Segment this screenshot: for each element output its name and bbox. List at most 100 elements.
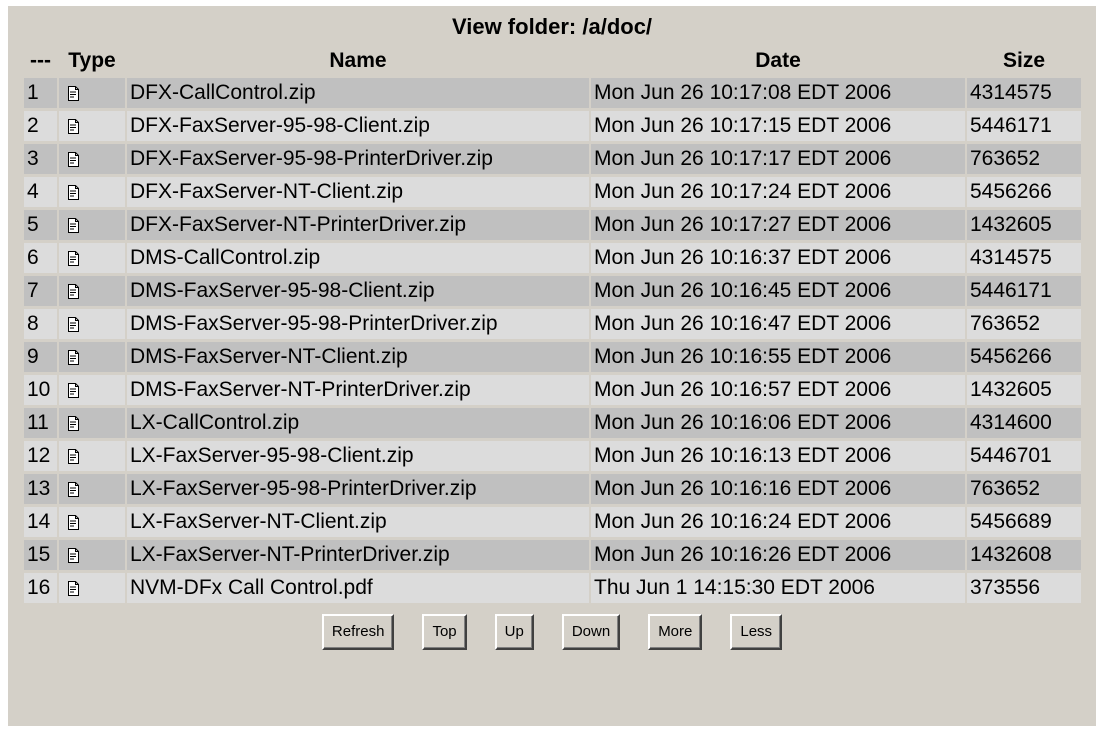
file-icon[interactable] [68, 217, 79, 233]
row-type [59, 408, 125, 438]
file-name-link[interactable]: DMS-CallControl.zip [127, 243, 589, 273]
file-name-link[interactable]: DFX-FaxServer-NT-Client.zip [127, 177, 589, 207]
file-size: 4314600 [967, 408, 1081, 438]
file-icon[interactable] [68, 151, 79, 167]
file-size: 5456689 [967, 507, 1081, 537]
file-name-link[interactable]: DFX-CallControl.zip [127, 78, 589, 108]
file-icon[interactable] [68, 85, 79, 101]
row-type [59, 441, 125, 471]
file-table: --- Type Name Date Size 1 DFX-CallControl… [22, 44, 1083, 606]
refresh-button[interactable]: Refresh [321, 614, 395, 650]
file-name-link[interactable]: LX-FaxServer-NT-Client.zip [127, 507, 589, 537]
file-name-link[interactable]: LX-FaxServer-NT-PrinterDriver.zip [127, 540, 589, 570]
more-button[interactable]: More [648, 614, 703, 650]
column-header-name: Name [329, 49, 387, 72]
file-size: 1432608 [967, 540, 1081, 570]
file-icon[interactable] [68, 316, 79, 332]
table-row: 6 DMS-CallControl.zip Mon Jun 26 10:16:37 … [24, 243, 1081, 273]
file-date: Mon Jun 26 10:16:57 EDT 2006 [591, 375, 965, 405]
file-date: Mon Jun 26 10:16:37 EDT 2006 [591, 243, 965, 273]
file-date: Mon Jun 26 10:17:24 EDT 2006 [591, 177, 965, 207]
top-button[interactable]: Top [422, 614, 467, 650]
file-date: Mon Jun 26 10:17:17 EDT 2006 [591, 144, 965, 174]
table-row: 12 LX-FaxServer-95-98-Client.zip Mon Jun 2… [24, 441, 1081, 471]
row-number: 4 [24, 177, 57, 207]
file-date: Mon Jun 26 10:16:24 EDT 2006 [591, 507, 965, 537]
file-size: 763652 [967, 474, 1081, 504]
file-icon[interactable] [68, 547, 79, 563]
file-icon[interactable] [68, 580, 79, 596]
file-icon[interactable] [68, 514, 79, 530]
down-button[interactable]: Down [561, 614, 621, 650]
file-icon[interactable] [68, 448, 79, 464]
file-date: Mon Jun 26 10:17:08 EDT 2006 [591, 78, 965, 108]
row-number: 14 [24, 507, 57, 537]
table-row: 4 DFX-FaxServer-NT-Client.zip Mon Jun 26 1… [24, 177, 1081, 207]
row-type [59, 243, 125, 273]
row-number: 16 [24, 573, 57, 603]
row-type [59, 78, 125, 108]
file-icon[interactable] [68, 349, 79, 365]
file-name-link[interactable]: LX-CallControl.zip [127, 408, 589, 438]
row-number: 15 [24, 540, 57, 570]
row-type [59, 309, 125, 339]
row-type [59, 210, 125, 240]
file-date: Thu Jun 1 14:15:30 EDT 2006 [591, 573, 965, 603]
file-icon[interactable] [68, 250, 79, 266]
row-number: 12 [24, 441, 57, 471]
row-number: 13 [24, 474, 57, 504]
row-type [59, 375, 125, 405]
row-number: 10 [24, 375, 57, 405]
table-row: 13 LX-FaxServer-95-98-PrinterDriver.zip Mo… [24, 474, 1081, 504]
file-size: 5446701 [967, 441, 1081, 471]
file-rows: 1 DFX-CallControl.zip Mon Jun 26 10:17:08 … [24, 78, 1081, 603]
column-header-type: Type [68, 49, 116, 72]
row-number: 11 [24, 408, 57, 438]
row-number: 6 [24, 243, 57, 273]
file-name-link[interactable]: DFX-FaxServer-95-98-Client.zip [127, 111, 589, 141]
row-type [59, 474, 125, 504]
table-row: 7 DMS-FaxServer-95-98-Client.zip Mon Jun 2… [24, 276, 1081, 306]
up-button[interactable]: Up [494, 614, 534, 650]
file-name-link[interactable]: DFX-FaxServer-NT-PrinterDriver.zip [127, 210, 589, 240]
table-row: 2 DFX-FaxServer-95-98-Client.zip Mon Jun 2… [24, 111, 1081, 141]
row-number: 1 [24, 78, 57, 108]
file-date: Mon Jun 26 10:16:55 EDT 2006 [591, 342, 965, 372]
table-header-row: --- Type Name Date Size [24, 47, 1081, 75]
file-name-link[interactable]: LX-FaxServer-95-98-Client.zip [127, 441, 589, 471]
file-size: 5456266 [967, 177, 1081, 207]
table-row: 3 DFX-FaxServer-95-98-PrinterDriver.zip Mo… [24, 144, 1081, 174]
table-row: 8 DMS-FaxServer-95-98-PrinterDriver.zip Mo… [24, 309, 1081, 339]
file-size: 763652 [967, 144, 1081, 174]
file-name-link[interactable]: DMS-FaxServer-NT-PrinterDriver.zip [127, 375, 589, 405]
navigation-buttons: Refresh Top Up Down More Less [8, 614, 1096, 650]
file-name-link[interactable]: NVM-DFx Call Control.pdf [127, 573, 589, 603]
file-name-link[interactable]: DMS-FaxServer-95-98-PrinterDriver.zip [127, 309, 589, 339]
row-type [59, 540, 125, 570]
file-icon[interactable] [68, 415, 79, 431]
file-date: Mon Jun 26 10:17:15 EDT 2006 [591, 111, 965, 141]
table-row: 14 LX-FaxServer-NT-Client.zip Mon Jun 26 1… [24, 507, 1081, 537]
row-number: 7 [24, 276, 57, 306]
row-type [59, 507, 125, 537]
file-icon[interactable] [68, 283, 79, 299]
file-icon[interactable] [68, 382, 79, 398]
page-title: View folder: /a/doc/ [451, 14, 653, 39]
file-size: 1432605 [967, 210, 1081, 240]
folder-view-panel: View folder: /a/doc/ --- Type Name Date … [8, 6, 1096, 726]
less-button[interactable]: Less [730, 614, 783, 650]
file-icon[interactable] [68, 118, 79, 134]
row-type [59, 342, 125, 372]
file-date: Mon Jun 26 10:16:26 EDT 2006 [591, 540, 965, 570]
file-icon[interactable] [68, 184, 79, 200]
row-number: 2 [24, 111, 57, 141]
file-name-link[interactable]: DMS-FaxServer-95-98-Client.zip [127, 276, 589, 306]
file-icon[interactable] [68, 481, 79, 497]
file-name-link[interactable]: DMS-FaxServer-NT-Client.zip [127, 342, 589, 372]
file-name-link[interactable]: LX-FaxServer-95-98-PrinterDriver.zip [127, 474, 589, 504]
file-date: Mon Jun 26 10:16:45 EDT 2006 [591, 276, 965, 306]
file-size: 5446171 [967, 111, 1081, 141]
file-name-link[interactable]: DFX-FaxServer-95-98-PrinterDriver.zip [127, 144, 589, 174]
file-date: Mon Jun 26 10:16:16 EDT 2006 [591, 474, 965, 504]
row-type [59, 276, 125, 306]
